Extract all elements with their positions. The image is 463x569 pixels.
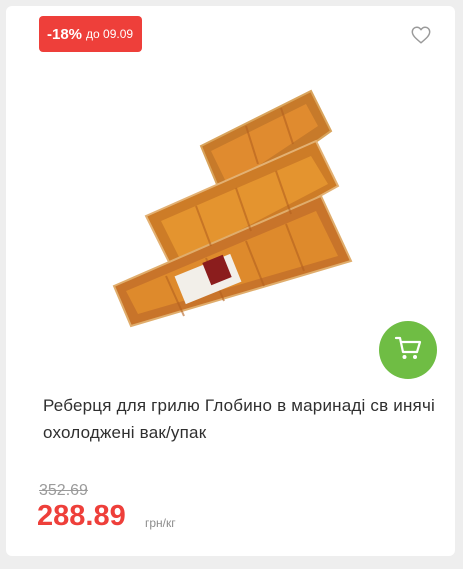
product-image[interactable] [106, 86, 366, 341]
current-price: 288.89 [37, 500, 126, 532]
product-title[interactable]: Реберця для грилю Глобино в маринаді св … [43, 392, 435, 446]
discount-badge: -18% до 09.09 [39, 16, 143, 52]
cart-icon [394, 335, 422, 366]
heart-outline-icon[interactable] [410, 24, 432, 46]
old-price: 352.69 [39, 482, 88, 499]
product-card[interactable]: -18% до 09.09 Реберця для грилю Глобино … [6, 6, 455, 556]
price-unit: грн/кг [145, 516, 176, 530]
discount-until: до 09.09 [86, 27, 134, 41]
add-to-cart-button[interactable] [379, 321, 437, 379]
discount-percent: -18% [47, 25, 83, 43]
